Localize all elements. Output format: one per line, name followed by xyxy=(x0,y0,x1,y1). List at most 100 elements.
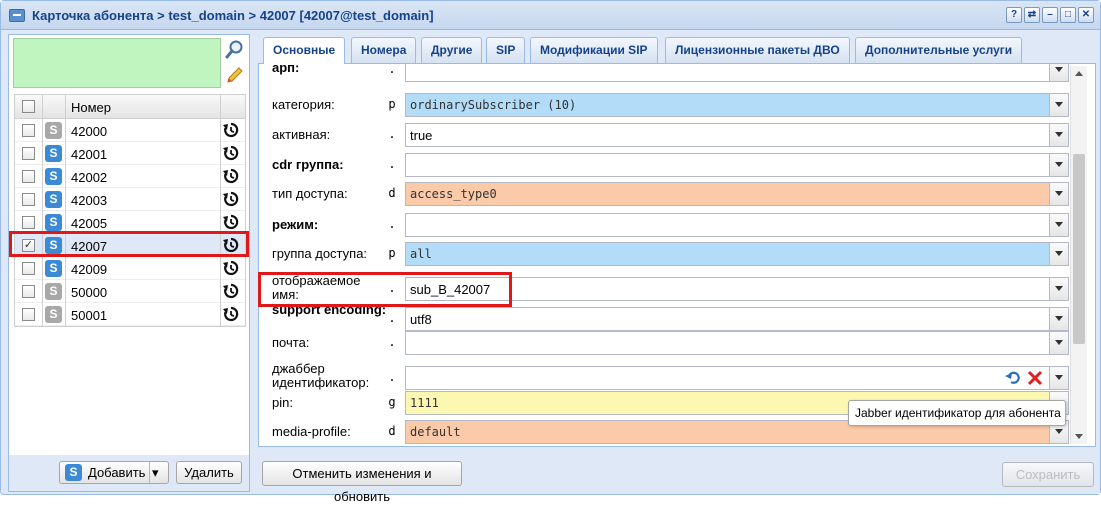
close-button[interactable]: ✕ xyxy=(1078,7,1094,23)
form-field-row: тип доступа: d access_type0 xyxy=(259,182,1069,206)
sip-icon: S xyxy=(45,191,62,208)
form-footer: Отменить изменения и обновить Сохранить xyxy=(251,448,1100,504)
maximize-button[interactable]: □ xyxy=(1060,7,1076,23)
field-flag: . xyxy=(388,157,396,171)
chevron-down-icon[interactable]: ▾ xyxy=(152,462,159,483)
scroll-thumb[interactable] xyxy=(1073,154,1085,344)
field-input[interactable] xyxy=(405,331,1069,355)
field-flag: d xyxy=(388,424,396,438)
sip-icon: S xyxy=(45,214,62,231)
row-checkbox[interactable] xyxy=(22,193,35,206)
field-input[interactable] xyxy=(405,153,1069,177)
chevron-down-icon[interactable] xyxy=(1049,367,1068,389)
row-checkbox[interactable] xyxy=(22,124,35,137)
history-icon[interactable] xyxy=(223,283,239,299)
row-number: 50000 xyxy=(71,285,108,300)
undo-icon[interactable] xyxy=(1004,369,1022,387)
history-icon[interactable] xyxy=(223,214,239,230)
history-icon[interactable] xyxy=(223,306,239,322)
title-bar[interactable]: Карточка абонента > test_domain > 42007 … xyxy=(1,1,1100,30)
field-input[interactable]: utf8 xyxy=(405,307,1069,331)
chevron-down-icon[interactable] xyxy=(1049,243,1068,265)
field-input[interactable] xyxy=(405,64,1069,82)
history-icon[interactable] xyxy=(223,260,239,276)
history-icon[interactable] xyxy=(223,191,239,207)
field-label: почта: xyxy=(272,335,310,350)
history-icon[interactable] xyxy=(223,145,239,161)
form-field-row: категория: p ordinarySubscriber (10) xyxy=(259,93,1069,117)
table-row[interactable]: S 42000 xyxy=(15,119,245,142)
chevron-down-icon[interactable] xyxy=(1049,332,1068,354)
tab-license-packages[interactable]: Лицензионные пакеты ДВО xyxy=(665,37,850,63)
sip-icon: S xyxy=(65,464,82,481)
help-button[interactable]: ? xyxy=(1006,7,1022,23)
table-row[interactable]: S 42002 xyxy=(15,165,245,188)
list-footer: S Добавить ▾ Удалить xyxy=(9,455,249,491)
history-icon[interactable] xyxy=(223,168,239,184)
revert-button[interactable]: Отменить изменения и обновить xyxy=(262,461,462,504)
field-flag: . xyxy=(388,64,396,76)
row-checkbox[interactable] xyxy=(22,308,35,321)
row-checkbox[interactable] xyxy=(22,285,35,298)
sip-icon: S xyxy=(45,122,62,139)
select-all-checkbox[interactable] xyxy=(22,100,35,113)
form-field-row: арп:. xyxy=(259,64,1069,82)
tab-main[interactable]: Основные xyxy=(263,37,346,65)
row-checkbox[interactable] xyxy=(22,147,35,160)
minimize-button[interactable]: – xyxy=(1042,7,1058,23)
table-row[interactable]: S 42003 xyxy=(15,188,245,211)
field-flag: d xyxy=(388,186,396,200)
tab-other[interactable]: Другие xyxy=(421,37,483,63)
field-input[interactable]: all xyxy=(405,242,1069,266)
field-flag: p xyxy=(388,246,396,260)
chevron-down-icon[interactable] xyxy=(1049,214,1068,236)
column-header-number[interactable]: Номер xyxy=(71,100,111,115)
tab-sip[interactable]: SIP xyxy=(486,37,526,63)
chevron-down-icon[interactable] xyxy=(1049,183,1068,205)
field-label: тип доступа: xyxy=(272,186,348,201)
scroll-up-icon[interactable] xyxy=(1075,71,1083,76)
pencil-icon[interactable] xyxy=(225,64,245,84)
table-row[interactable]: S 42009 xyxy=(15,257,245,280)
field-input[interactable]: access_type0 xyxy=(405,182,1069,206)
field-label: категория: xyxy=(272,97,335,112)
table-row[interactable]: S 50000 xyxy=(15,280,245,303)
row-checkbox[interactable] xyxy=(22,216,35,229)
field-label: режим: xyxy=(272,217,319,232)
save-button[interactable]: Сохранить xyxy=(1002,462,1094,487)
scroll-down-icon[interactable] xyxy=(1075,434,1083,439)
field-input[interactable] xyxy=(405,213,1069,237)
table-row[interactable]: S 42001 xyxy=(15,142,245,165)
field-value: true xyxy=(410,128,433,143)
field-input[interactable]: ordinarySubscriber (10) xyxy=(405,93,1069,117)
history-icon[interactable] xyxy=(223,122,239,138)
row-checkbox[interactable] xyxy=(22,170,35,183)
row-number: 42001 xyxy=(71,147,108,162)
form-scrollbar[interactable] xyxy=(1070,66,1087,444)
chevron-down-icon[interactable] xyxy=(1049,308,1068,330)
clear-icon[interactable] xyxy=(1026,369,1044,387)
chevron-down-icon[interactable] xyxy=(1049,154,1068,176)
search-icon[interactable] xyxy=(225,39,245,59)
field-label: pin: xyxy=(272,395,293,410)
field-input[interactable] xyxy=(405,366,1069,390)
sip-icon: S xyxy=(45,168,62,185)
filter-area[interactable] xyxy=(13,38,221,88)
chevron-down-icon[interactable] xyxy=(1049,278,1068,300)
tab-additional-services[interactable]: Дополнительные услуги xyxy=(855,37,1023,63)
chevron-down-icon[interactable] xyxy=(1049,94,1068,116)
tab-sip-modifications[interactable]: Модификации SIP xyxy=(530,37,658,63)
field-value: access_type0 xyxy=(410,187,497,201)
field-value: 1111 xyxy=(410,396,439,410)
field-input[interactable]: true xyxy=(405,123,1069,147)
add-button[interactable]: S Добавить ▾ xyxy=(59,461,169,484)
row-number: 42002 xyxy=(71,170,108,185)
chevron-down-icon[interactable] xyxy=(1049,124,1068,146)
delete-button[interactable]: Удалить xyxy=(176,461,242,484)
tab-numbers[interactable]: Номера xyxy=(351,37,417,63)
table-row[interactable]: S 50001 xyxy=(15,303,245,326)
swap-button[interactable]: ⇄ xyxy=(1024,7,1040,23)
row-checkbox[interactable] xyxy=(22,262,35,275)
sip-icon: S xyxy=(45,260,62,277)
chevron-down-icon[interactable] xyxy=(1049,64,1068,81)
